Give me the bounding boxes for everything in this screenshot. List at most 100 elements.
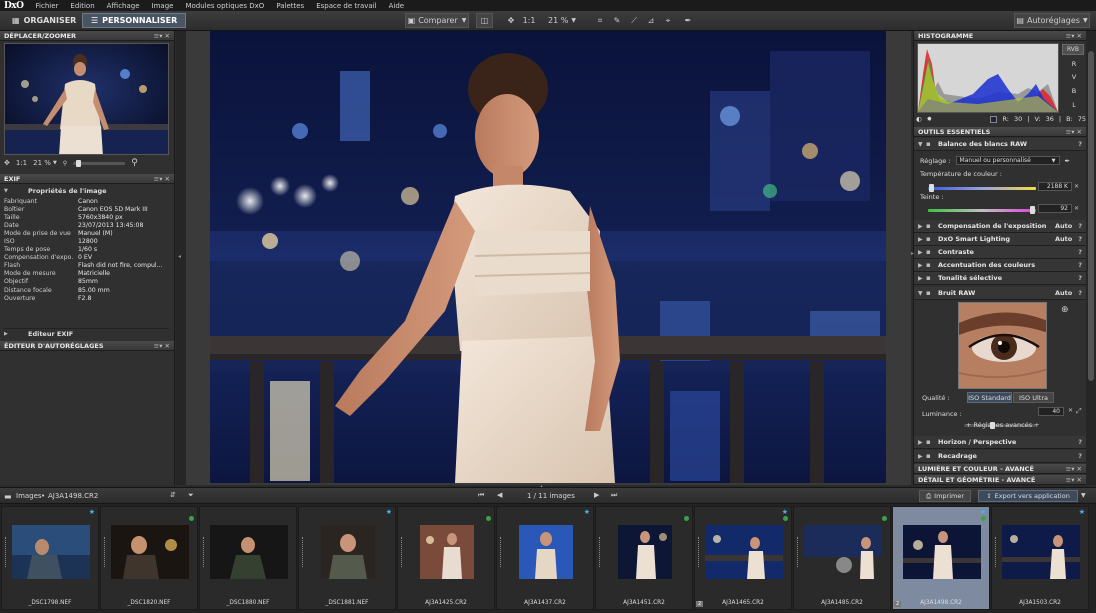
auto-label[interactable]: Auto xyxy=(1055,235,1072,243)
perspective-tool[interactable]: ⊿ xyxy=(644,13,658,28)
editeur-exif-toggle[interactable]: ▶ Editeur EXIF xyxy=(4,328,169,338)
auto-label[interactable]: Auto xyxy=(1055,222,1072,230)
film-thumb[interactable]: _DSC1820.NEF xyxy=(100,506,198,610)
first-image-icon[interactable]: ⏮ xyxy=(478,491,484,500)
eyedropper-icon[interactable]: ✒ xyxy=(1065,157,1070,165)
help-icon[interactable]: ? xyxy=(1078,140,1082,148)
highlight-clip-icon[interactable]: ✸ xyxy=(927,115,932,123)
teinte-value-field[interactable]: 92 xyxy=(1038,204,1072,213)
red-eye-tool[interactable]: ⌖ xyxy=(661,13,675,28)
film-thumb[interactable]: _DSC1880.NEF xyxy=(199,506,297,610)
menu-aide[interactable]: Aide xyxy=(383,2,410,10)
move-tool[interactable]: ✥ xyxy=(505,13,517,28)
crop-tool[interactable]: ⌗ xyxy=(593,13,607,28)
reset-icon[interactable]: ✕ xyxy=(1074,205,1079,212)
film-thumb[interactable]: AJ3A1425.CR2 xyxy=(397,506,495,610)
film-thumb[interactable]: ★ _DSC1798.NEF xyxy=(1,506,99,610)
menu-espace-de-travail[interactable]: Espace de travail xyxy=(310,2,382,10)
chevron-down-icon[interactable]: ▼ xyxy=(1081,492,1086,499)
eyedropper-tool[interactable]: ✒ xyxy=(681,13,695,28)
help-icon[interactable]: ? xyxy=(1078,452,1082,460)
channel-rvb-button[interactable]: RVB xyxy=(1062,44,1084,55)
help-icon[interactable]: ? xyxy=(1078,274,1082,282)
menu-palettes[interactable]: Palettes xyxy=(270,2,310,10)
menu-image[interactable]: Image xyxy=(146,2,180,10)
reset-icon[interactable]: ✕ xyxy=(1074,183,1079,190)
horizon-tool[interactable]: ⟋ xyxy=(627,13,641,28)
prev-image-icon[interactable]: ◀ xyxy=(497,491,502,499)
zoom-out-icon[interactable]: ⚲ xyxy=(63,160,67,167)
teinte-slider-knob[interactable] xyxy=(1030,206,1036,214)
smart-lighting-section-header[interactable]: ▶ ▪ DxO Smart Lighting Auto ? xyxy=(914,233,1086,246)
advanced-settings-toggle[interactable]: + Réglages avancés + xyxy=(966,421,1040,429)
help-icon[interactable]: ? xyxy=(1078,289,1082,297)
next-image-icon[interactable]: ▶ xyxy=(594,491,599,499)
noise-preview[interactable] xyxy=(958,302,1047,389)
detail-geometry-advanced-header[interactable]: DÉTAIL ET GÉOMÉTRIE - AVANCÉ ≡▾ ✕ xyxy=(914,475,1086,485)
help-icon[interactable]: ? xyxy=(1078,261,1082,269)
tab-personnaliser[interactable]: ☰ PERSONNALISER xyxy=(82,13,187,28)
help-icon[interactable]: ? xyxy=(1078,438,1082,446)
auto-label[interactable]: Auto xyxy=(1055,289,1072,297)
magnify-icon[interactable]: ⤢ xyxy=(1076,407,1082,416)
temp-slider[interactable] xyxy=(928,184,1036,192)
panel-controls[interactable]: ≡▾ ✕ xyxy=(1066,128,1082,136)
exposure-section-header[interactable]: ▶ ▪ Compensation de l'exposition Auto ? xyxy=(914,220,1086,233)
iso-ultra-button[interactable]: ISO Ultra xyxy=(1013,392,1054,403)
right-panel-scrollbar[interactable] xyxy=(1086,31,1096,485)
teinte-slider[interactable] xyxy=(928,206,1036,214)
side-by-side-button[interactable]: ◫ xyxy=(476,13,493,28)
temp-value-field[interactable]: 2188 K xyxy=(1038,182,1072,191)
reset-icon[interactable]: ✕ xyxy=(1068,407,1073,414)
help-icon[interactable]: ? xyxy=(1078,235,1082,243)
reglage-dropdown[interactable]: Manuel ou personnalisé ▼ xyxy=(955,156,1060,165)
nav-zoom-1to1[interactable]: 1:1 xyxy=(16,159,27,167)
film-thumb[interactable]: ★ _DSC1881.NEF xyxy=(298,506,396,610)
move-icon[interactable]: ✥ xyxy=(4,159,10,167)
navigator-thumbnail[interactable] xyxy=(4,43,169,155)
zoom-dropdown[interactable]: 21 % ▼ xyxy=(545,13,579,28)
panel-controls[interactable]: ≡▾ ✕ xyxy=(154,175,170,183)
nav-zoom-slider[interactable] xyxy=(73,159,126,167)
menu-affichage[interactable]: Affichage xyxy=(101,2,146,10)
panel-controls[interactable]: ≡▾ ✕ xyxy=(1066,465,1082,473)
channel-r-button[interactable]: R xyxy=(1064,60,1084,68)
zoom-1to1-button[interactable]: 1:1 xyxy=(522,13,536,28)
collapse-left-icon[interactable]: ◂ xyxy=(178,253,181,260)
print-button[interactable]: ⎙ Imprimer xyxy=(919,490,971,502)
zoom-in-icon[interactable]: ⚲ xyxy=(131,158,138,168)
scrollbar-thumb[interactable] xyxy=(1088,51,1094,381)
collapse-right-icon[interactable]: ▸ xyxy=(911,250,914,257)
film-thumb-selected[interactable]: ★ 2 AJ3A1498.CR2 xyxy=(892,506,990,610)
film-thumb[interactable]: AJ3A1485.CR2 xyxy=(793,506,891,610)
repair-tool[interactable]: ✎ xyxy=(610,13,624,28)
wb-section-header[interactable]: ▼ ▪ Balance des blancs RAW ? xyxy=(914,138,1086,151)
main-photo[interactable] xyxy=(210,31,886,483)
film-thumb[interactable]: AJ3A1451.CR2 xyxy=(595,506,693,610)
noise-section-header[interactable]: ▼ ▪ Bruit RAW Auto ? xyxy=(914,287,1086,300)
channel-v-button[interactable]: V xyxy=(1064,73,1084,81)
luminance-value-field[interactable]: 40 xyxy=(1038,407,1064,416)
nav-zoom-percent[interactable]: 21 % xyxy=(33,159,51,167)
sort-icon[interactable]: ⇵ xyxy=(170,491,176,499)
left-splitter[interactable]: ◂ xyxy=(176,31,186,485)
help-icon[interactable]: ? xyxy=(1078,248,1082,256)
shadow-clip-icon[interactable]: ◐ xyxy=(916,115,922,123)
contrast-section-header[interactable]: ▶ ▪ Contraste ? xyxy=(914,246,1086,259)
nav-zoom-slider-knob[interactable] xyxy=(76,159,82,167)
channel-l-button[interactable]: L xyxy=(1064,101,1084,109)
temp-slider-knob[interactable] xyxy=(928,184,934,192)
selective-tone-section-header[interactable]: ▶ ▪ Tonalité sélective ? xyxy=(914,272,1086,285)
channel-b-button[interactable]: B xyxy=(1064,87,1084,95)
crop-section-header[interactable]: ▶ ▪ Recadrage ? xyxy=(914,450,1086,463)
tab-organiser[interactable]: ▦ ORGANISER xyxy=(4,13,84,28)
panel-controls[interactable]: ≡▾ ✕ xyxy=(1066,32,1082,40)
film-thumb[interactable]: ★ AJ3A1437.CR2 xyxy=(496,506,594,610)
export-button[interactable]: ⇪ Export vers application xyxy=(978,490,1078,502)
last-image-icon[interactable]: ⏭ xyxy=(611,491,617,500)
menu-edition[interactable]: Edition xyxy=(64,2,100,10)
panel-controls[interactable]: ≡▾ ✕ xyxy=(154,32,170,40)
iso-standard-button[interactable]: ISO Standard xyxy=(967,392,1012,403)
image-properties-toggle[interactable]: ▼ Propriétés de l'image xyxy=(4,186,169,196)
film-thumb[interactable]: ★ AJ3A1503.CR2 xyxy=(991,506,1089,610)
